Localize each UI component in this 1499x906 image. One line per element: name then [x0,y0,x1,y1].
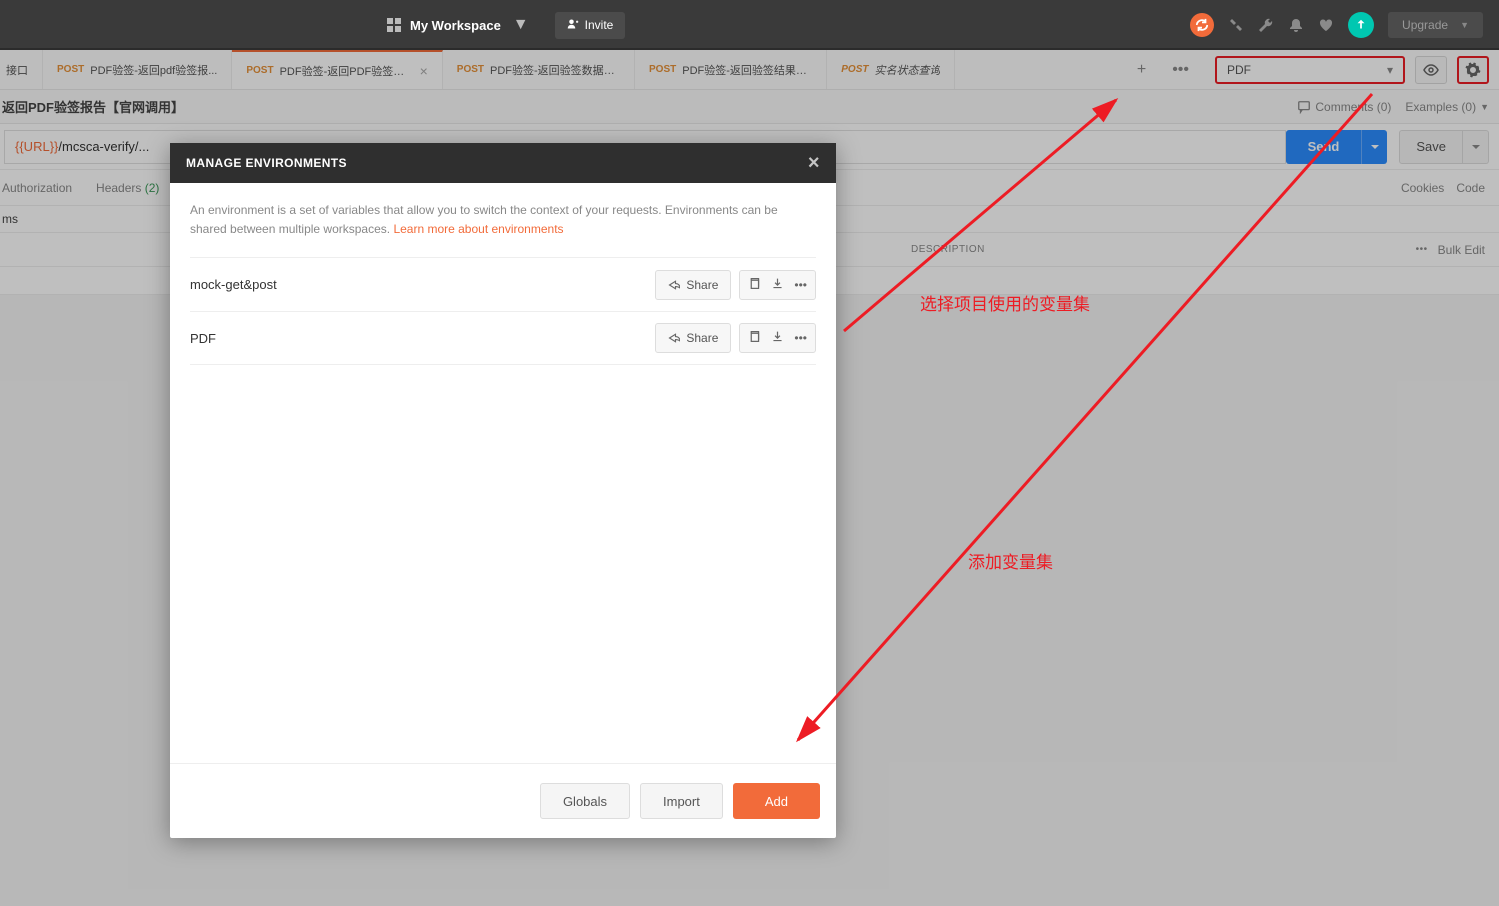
environment-name: mock-get&post [190,277,277,292]
person-add-icon [567,18,579,33]
bulk-edit-link[interactable]: Bulk Edit [1438,243,1485,257]
invite-button[interactable]: Invite [555,12,626,39]
close-icon[interactable]: × [420,63,428,79]
more-icon[interactable]: ••• [1416,244,1428,255]
url-variable: {{URL}} [15,139,58,154]
close-icon[interactable]: × [808,153,820,173]
tab-headers[interactable]: Headers (2) [96,181,159,195]
environment-row[interactable]: mock-get&post Share ••• [190,257,816,311]
comments-link[interactable]: Comments (0) [1297,100,1391,114]
globals-button[interactable]: Globals [540,783,630,819]
tab-item[interactable]: POST PDF验签-返回验签结果数据 [635,50,827,89]
topbar: My Workspace ▼ Invite Upgrade ▼ [0,0,1499,50]
upgrade-button[interactable]: Upgrade ▼ [1388,12,1483,38]
grid-icon[interactable] [386,17,402,33]
env-action-group: ••• [739,323,816,353]
env-action-group: ••• [739,270,816,300]
environment-name: PDF [190,331,216,346]
modal-header: MANAGE ENVIRONMENTS × [170,143,836,183]
more-tabs-icon[interactable]: ••• [1164,57,1197,83]
satellite-icon[interactable] [1228,17,1244,33]
environment-dropdown[interactable]: PDF ▾ [1215,56,1405,84]
eye-icon[interactable] [1415,56,1447,84]
more-icon[interactable]: ••• [794,278,807,292]
tab-item[interactable]: POST PDF验签-返回验签数据【... [443,50,635,89]
tab-item[interactable]: POST PDF验签-返回pdf验签报... [43,50,232,89]
send-button[interactable]: Send [1286,130,1362,164]
more-icon[interactable]: ••• [794,331,807,345]
tab-authorization[interactable]: Authorization [2,181,72,195]
avatar[interactable] [1348,12,1374,38]
tab-bar: 接口 POST PDF验签-返回pdf验签报... POST PDF验签-返回P… [0,50,1499,90]
workspace-name[interactable]: My Workspace [410,18,501,33]
share-button[interactable]: Share [655,323,731,353]
chevron-down-icon[interactable]: ▼ [513,16,529,34]
share-button[interactable]: Share [655,270,731,300]
column-description: DESCRIPTION [905,244,1416,255]
gear-icon[interactable] [1457,56,1489,84]
examples-link[interactable]: Examples (0) ▼ [1405,100,1489,114]
send-dropdown[interactable] [1361,130,1387,164]
request-header: 返回PDF验签报告【官网调用】 Comments (0) Examples (0… [0,90,1499,124]
tab-item[interactable]: 接口 [0,50,43,89]
code-link[interactable]: Code [1456,181,1485,195]
annotation-text: 添加变量集 [968,548,1053,573]
chevron-down-icon: ▾ [1387,63,1393,77]
heart-icon[interactable] [1318,17,1334,33]
copy-icon[interactable] [748,277,761,293]
save-button[interactable]: Save [1399,130,1463,164]
chevron-down-icon: ▼ [1460,20,1469,30]
cookies-link[interactable]: Cookies [1401,181,1444,195]
bell-icon[interactable] [1288,17,1304,33]
tab-item[interactable]: POST 实名状态查询 [827,50,955,89]
download-icon[interactable] [771,277,784,293]
tab-item-active[interactable]: POST PDF验签-返回PDF验签报... × [232,50,442,89]
wrench-icon[interactable] [1258,17,1274,33]
url-path: /mcsca-verify/... [58,139,149,154]
save-dropdown[interactable] [1463,130,1489,164]
environment-row[interactable]: PDF Share ••• [190,311,816,365]
import-button[interactable]: Import [640,783,723,819]
request-title: 返回PDF验签报告【官网调用】 [0,97,184,116]
upgrade-label: Upgrade [1402,18,1448,32]
learn-more-link[interactable]: Learn more about environments [393,222,563,236]
copy-icon[interactable] [748,330,761,346]
modal-description: An environment is a set of variables tha… [190,201,816,239]
chevron-down-icon: ▼ [1480,102,1489,112]
manage-environments-modal: MANAGE ENVIRONMENTS × An environment is … [170,143,836,838]
add-tab-button[interactable]: + [1129,57,1154,83]
modal-title: MANAGE ENVIRONMENTS [186,156,347,170]
invite-label: Invite [585,18,614,32]
modal-footer: Globals Import Add [170,763,836,838]
download-icon[interactable] [771,330,784,346]
add-button[interactable]: Add [733,783,820,819]
sync-icon[interactable] [1190,13,1214,37]
environment-selected: PDF [1227,63,1251,77]
